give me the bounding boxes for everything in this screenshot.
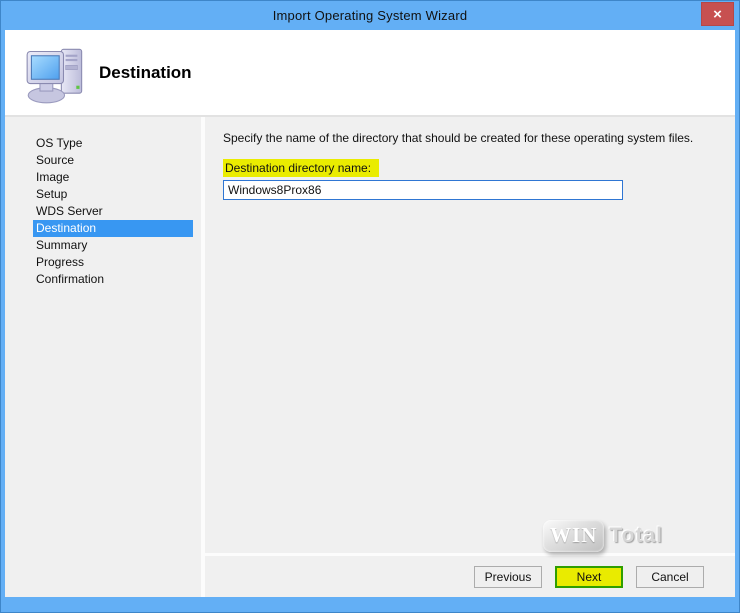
destination-directory-label: Destination directory name:	[223, 159, 380, 177]
computer-icon	[26, 48, 83, 103]
sidebar-item-setup[interactable]: Setup	[33, 186, 193, 203]
wizard-header: Destination	[5, 30, 735, 115]
cancel-button[interactable]: Cancel	[636, 565, 704, 588]
close-button[interactable]: ×	[701, 2, 734, 26]
right-column: Specify the name of the directory that s…	[205, 117, 735, 597]
wizard-window: Import Operating System Wizard × Destina…	[0, 0, 740, 613]
wizard-steps-sidebar: OS Type Source Image Setup WDS Server De…	[5, 117, 201, 597]
page-title: Destination	[99, 62, 192, 82]
window-title: Import Operating System Wizard	[272, 7, 468, 23]
sidebar-item-wds-server[interactable]: WDS Server	[33, 203, 193, 220]
wintotal-logo-badge: WIN	[543, 520, 605, 552]
sidebar-item-confirmation[interactable]: Confirmation	[33, 271, 193, 288]
title-bar: Import Operating System Wizard ×	[5, 0, 735, 30]
wintotal-watermark: WIN Total	[543, 520, 663, 552]
next-button[interactable]: Next	[555, 565, 623, 588]
previous-button[interactable]: Previous	[474, 565, 542, 588]
sidebar-item-destination[interactable]: Destination	[33, 220, 193, 237]
sidebar-item-os-type[interactable]: OS Type	[33, 135, 193, 152]
wintotal-logo-text: Total	[609, 524, 663, 547]
instruction-text: Specify the name of the directory that s…	[223, 131, 694, 145]
main-panel: Specify the name of the directory that s…	[205, 117, 735, 553]
destination-directory-input[interactable]	[223, 180, 623, 200]
sidebar-item-source[interactable]: Source	[33, 152, 193, 169]
content-area: OS Type Source Image Setup WDS Server De…	[5, 117, 735, 597]
sidebar-item-summary[interactable]: Summary	[33, 237, 193, 254]
sidebar-item-progress[interactable]: Progress	[33, 254, 193, 271]
button-bar: Previous Next Cancel	[205, 556, 735, 597]
client-area: Destination OS Type Source Image Setup W…	[5, 30, 735, 597]
sidebar-item-image[interactable]: Image	[33, 169, 193, 186]
close-icon: ×	[713, 5, 722, 23]
